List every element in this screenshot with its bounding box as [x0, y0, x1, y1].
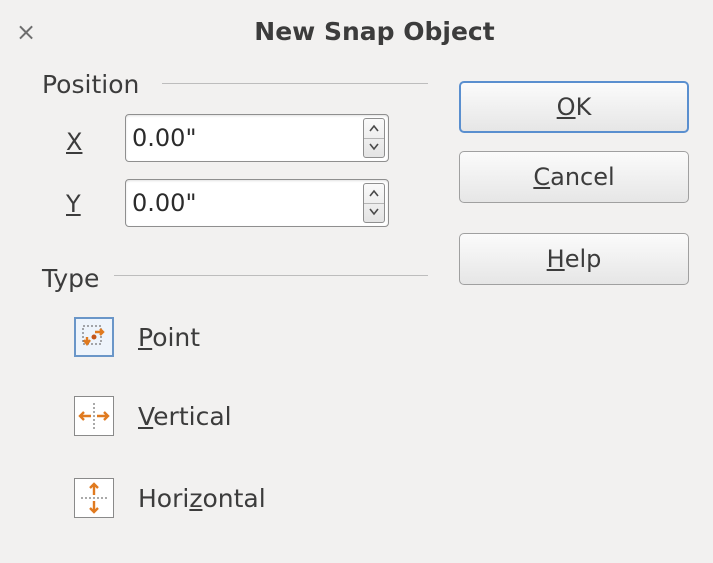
- snap-point-icon: [74, 317, 114, 357]
- ok-button[interactable]: OK: [459, 81, 689, 133]
- new-snap-object-dialog: × New Snap Object Position X 0.00" Y 0.0…: [0, 0, 713, 563]
- type-option-point-label: Point: [138, 323, 201, 352]
- help-button[interactable]: Help: [459, 233, 689, 285]
- chevron-up-icon: [369, 189, 379, 197]
- type-option-vertical-label: Vertical: [138, 402, 232, 431]
- y-increment-button[interactable]: [364, 184, 384, 204]
- x-spinbox[interactable]: 0.00": [125, 114, 389, 162]
- y-decrement-button[interactable]: [364, 203, 384, 222]
- x-increment-button[interactable]: [364, 119, 384, 139]
- title-bar: × New Snap Object: [0, 0, 713, 64]
- type-option-horizontal-label: Horizontal: [138, 484, 266, 513]
- x-value[interactable]: 0.00": [132, 124, 196, 152]
- type-separator: [114, 275, 428, 276]
- chevron-up-icon: [369, 124, 379, 132]
- cancel-button[interactable]: Cancel: [459, 151, 689, 203]
- y-spin-buttons[interactable]: [363, 183, 385, 223]
- y-value[interactable]: 0.00": [132, 189, 196, 217]
- x-spin-buttons[interactable]: [363, 118, 385, 158]
- y-label: Y: [66, 190, 81, 218]
- y-spinbox[interactable]: 0.00": [125, 179, 389, 227]
- chevron-down-icon: [369, 208, 379, 216]
- snap-horizontal-icon: [74, 478, 114, 518]
- x-decrement-button[interactable]: [364, 138, 384, 157]
- position-separator: [162, 83, 428, 84]
- type-section-label: Type: [42, 264, 100, 293]
- snap-vertical-icon: [74, 396, 114, 436]
- chevron-down-icon: [369, 143, 379, 151]
- x-label: X: [66, 128, 83, 156]
- dialog-title: New Snap Object: [254, 17, 495, 46]
- position-section-label: Position: [42, 70, 140, 99]
